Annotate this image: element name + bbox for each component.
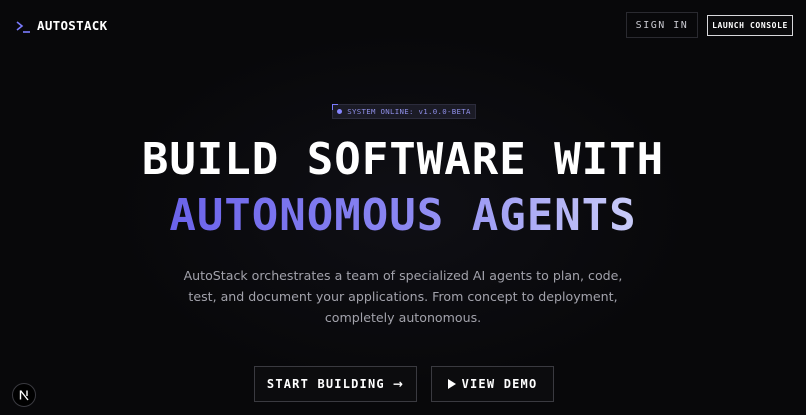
start-building-button[interactable]: START BUILDING → [254,366,417,402]
hero-subtitle: AutoStack orchestrates a team of special… [183,265,623,328]
view-demo-label: VIEW DEMO [461,377,538,391]
status-dot-icon [337,109,343,114]
launch-console-button[interactable]: LAUNCH CONSOLE [707,15,793,36]
subtitle-line-2: test, and document your applications. Fr… [188,289,618,304]
view-demo-button[interactable]: VIEW DEMO [431,366,554,402]
start-building-label: START BUILDING [266,377,385,391]
hero-headline-gradient-text: AUTONOMOUS AGENTS [169,190,637,241]
arrow-right-icon: → [392,377,405,391]
system-status-badge: SYSTEM ONLINE: v1.0.0-BETA [332,104,476,119]
nextjs-dev-badge[interactable] [12,383,36,407]
status-text: SYSTEM ONLINE: v1.0.0-BETA [347,107,471,116]
subtitle-line-1: AutoStack orchestrates a team of special… [183,268,623,283]
terminal-prompt-icon [15,19,31,33]
brand-name: AUTOSTACK [37,18,108,33]
hero-headline-line2: AUTONOMOUS AGENTS [0,192,806,240]
hero-headline-line1: BUILD SOFTWARE WITH [141,134,665,185]
subtitle-line-3: completely autonomous. [324,310,482,325]
nextjs-logo-icon [18,386,30,405]
play-icon [447,379,456,389]
sign-in-button[interactable]: SIGN IN [626,12,698,38]
brand-logo[interactable]: AUTOSTACK [15,18,107,33]
